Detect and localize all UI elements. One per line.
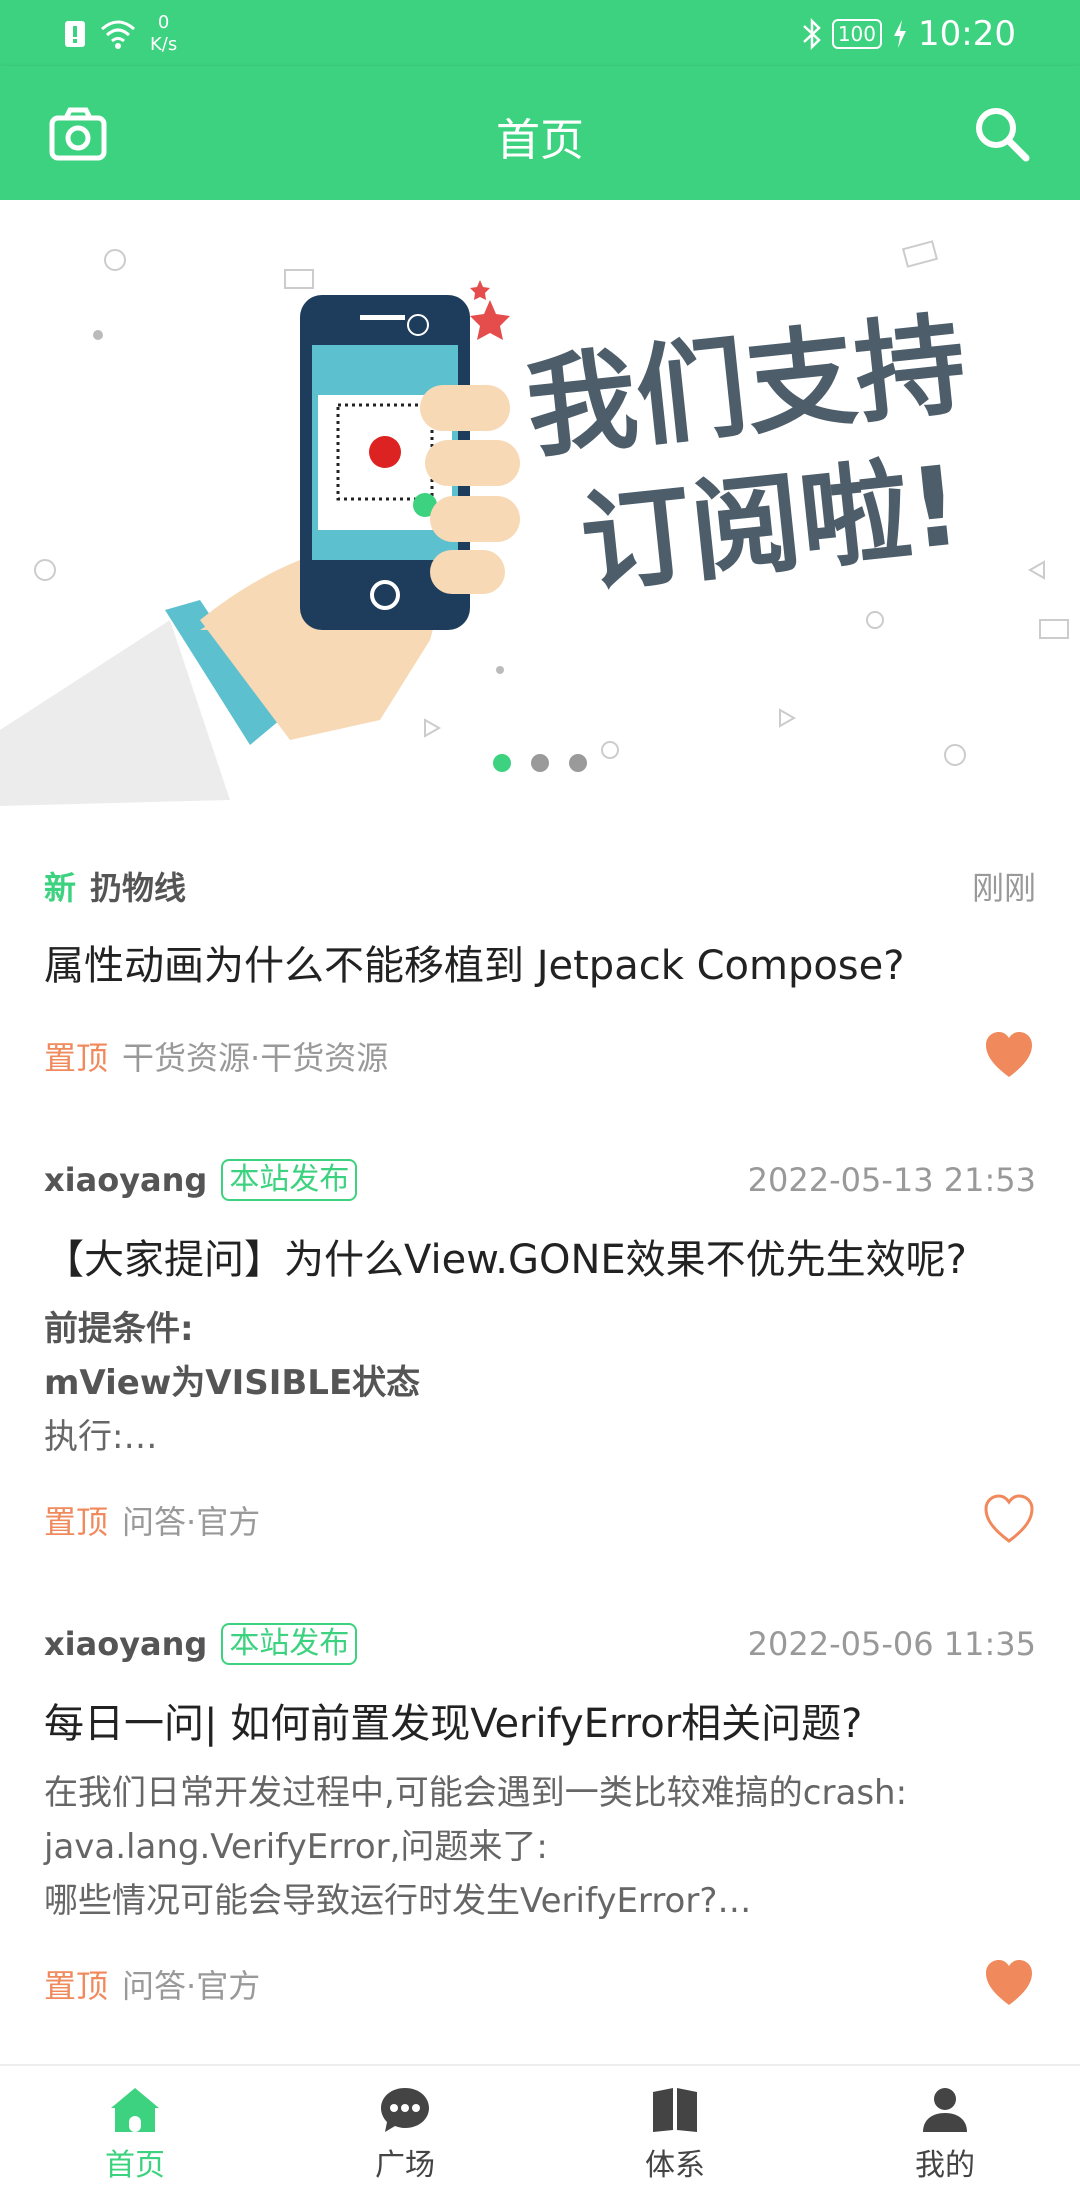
search-icon <box>976 108 1030 162</box>
nav-item-home[interactable]: 首页 <box>0 2066 270 2204</box>
new-badge: 新 <box>44 869 77 907</box>
article-time: 刚刚 <box>971 869 1036 907</box>
carousel-dot-active[interactable] <box>493 754 511 772</box>
bluetooth-icon <box>802 18 821 50</box>
page-title: 首页 <box>496 115 584 166</box>
carousel-dot[interactable] <box>531 754 549 772</box>
wifi-icon <box>101 20 135 49</box>
site-badge: 本站发布 <box>221 1623 358 1665</box>
nav-item-mine[interactable]: 我的 <box>810 2066 1080 2204</box>
nav-item-system[interactable]: 体系 <box>540 2066 810 2204</box>
article-author: xiaoyang <box>44 1161 208 1199</box>
carousel-dots <box>0 754 1080 772</box>
pinned-tag: 置顶 <box>44 1503 109 1541</box>
article-category[interactable]: 干货资源·干货资源 <box>122 1033 388 1079</box>
battery-indicator: 100 <box>831 19 883 49</box>
article-time: 2022-05-06 11:35 <box>747 1625 1036 1663</box>
bottom-navigation: 首页 广场 体系 我的 <box>0 2064 1080 2204</box>
article-category[interactable]: 问答·官方 <box>122 1961 260 2007</box>
carousel-dot[interactable] <box>569 754 587 772</box>
heart-outline-icon[interactable] <box>982 1493 1036 1547</box>
search-button[interactable] <box>972 104 1032 164</box>
nav-item-square[interactable]: 广场 <box>270 2066 540 2204</box>
banner-headline: 我们支持 订阅啦! <box>520 299 972 609</box>
banner-carousel[interactable]: 我们支持 订阅啦! <box>0 200 1080 806</box>
heart-filled-icon[interactable] <box>982 1029 1036 1083</box>
article-description: 在我们日常开发过程中,可能会遇到一类比较难搞的crash: java.lang.… <box>44 1773 908 1921</box>
book-icon <box>653 2088 697 2132</box>
clock: 10:20 <box>918 14 1016 54</box>
article-item[interactable]: xiaoyang 本站发布 2022-05-13 21:53 【大家提问】为什么… <box>0 1150 1080 1550</box>
article-time: 2022-05-13 21:53 <box>747 1161 1036 1199</box>
article-author: 扔物线 <box>90 869 187 907</box>
article-item[interactable]: xiaoyang 本站发布 2022-05-06 11:35 每日一问| 如何前… <box>0 1614 1080 2014</box>
article-item[interactable]: 新 扔物线 刚刚 属性动画为什么不能移植到 Jetpack Compose? 置… <box>0 856 1080 1086</box>
network-speed: 0 K/s <box>150 12 178 55</box>
heart-filled-icon[interactable] <box>982 1957 1036 2011</box>
pinned-tag: 置顶 <box>44 1039 109 1077</box>
article-title: 每日一问| 如何前置发现VerifyError相关问题? <box>44 1701 863 1747</box>
article-title: 属性动画为什么不能移植到 Jetpack Compose? <box>44 943 905 989</box>
article-title: 【大家提问】为什么View.GONE效果不优先生效呢? <box>44 1237 967 1283</box>
charging-icon <box>894 20 907 48</box>
article-category[interactable]: 问答·官方 <box>122 1497 260 1543</box>
article-author: xiaoyang <box>44 1625 208 1663</box>
person-icon <box>923 2088 967 2132</box>
alert-icon <box>65 21 85 47</box>
status-bar: 0 K/s 100 10:20 <box>0 0 1080 66</box>
chat-icon <box>381 2088 429 2132</box>
home-icon <box>111 2088 159 2132</box>
site-badge: 本站发布 <box>221 1159 358 1201</box>
article-description: 前提条件: mView为VISIBLE状态 执行:… <box>44 1309 421 1457</box>
app-bar: 首页 <box>0 66 1080 200</box>
pinned-tag: 置顶 <box>44 1967 109 2005</box>
